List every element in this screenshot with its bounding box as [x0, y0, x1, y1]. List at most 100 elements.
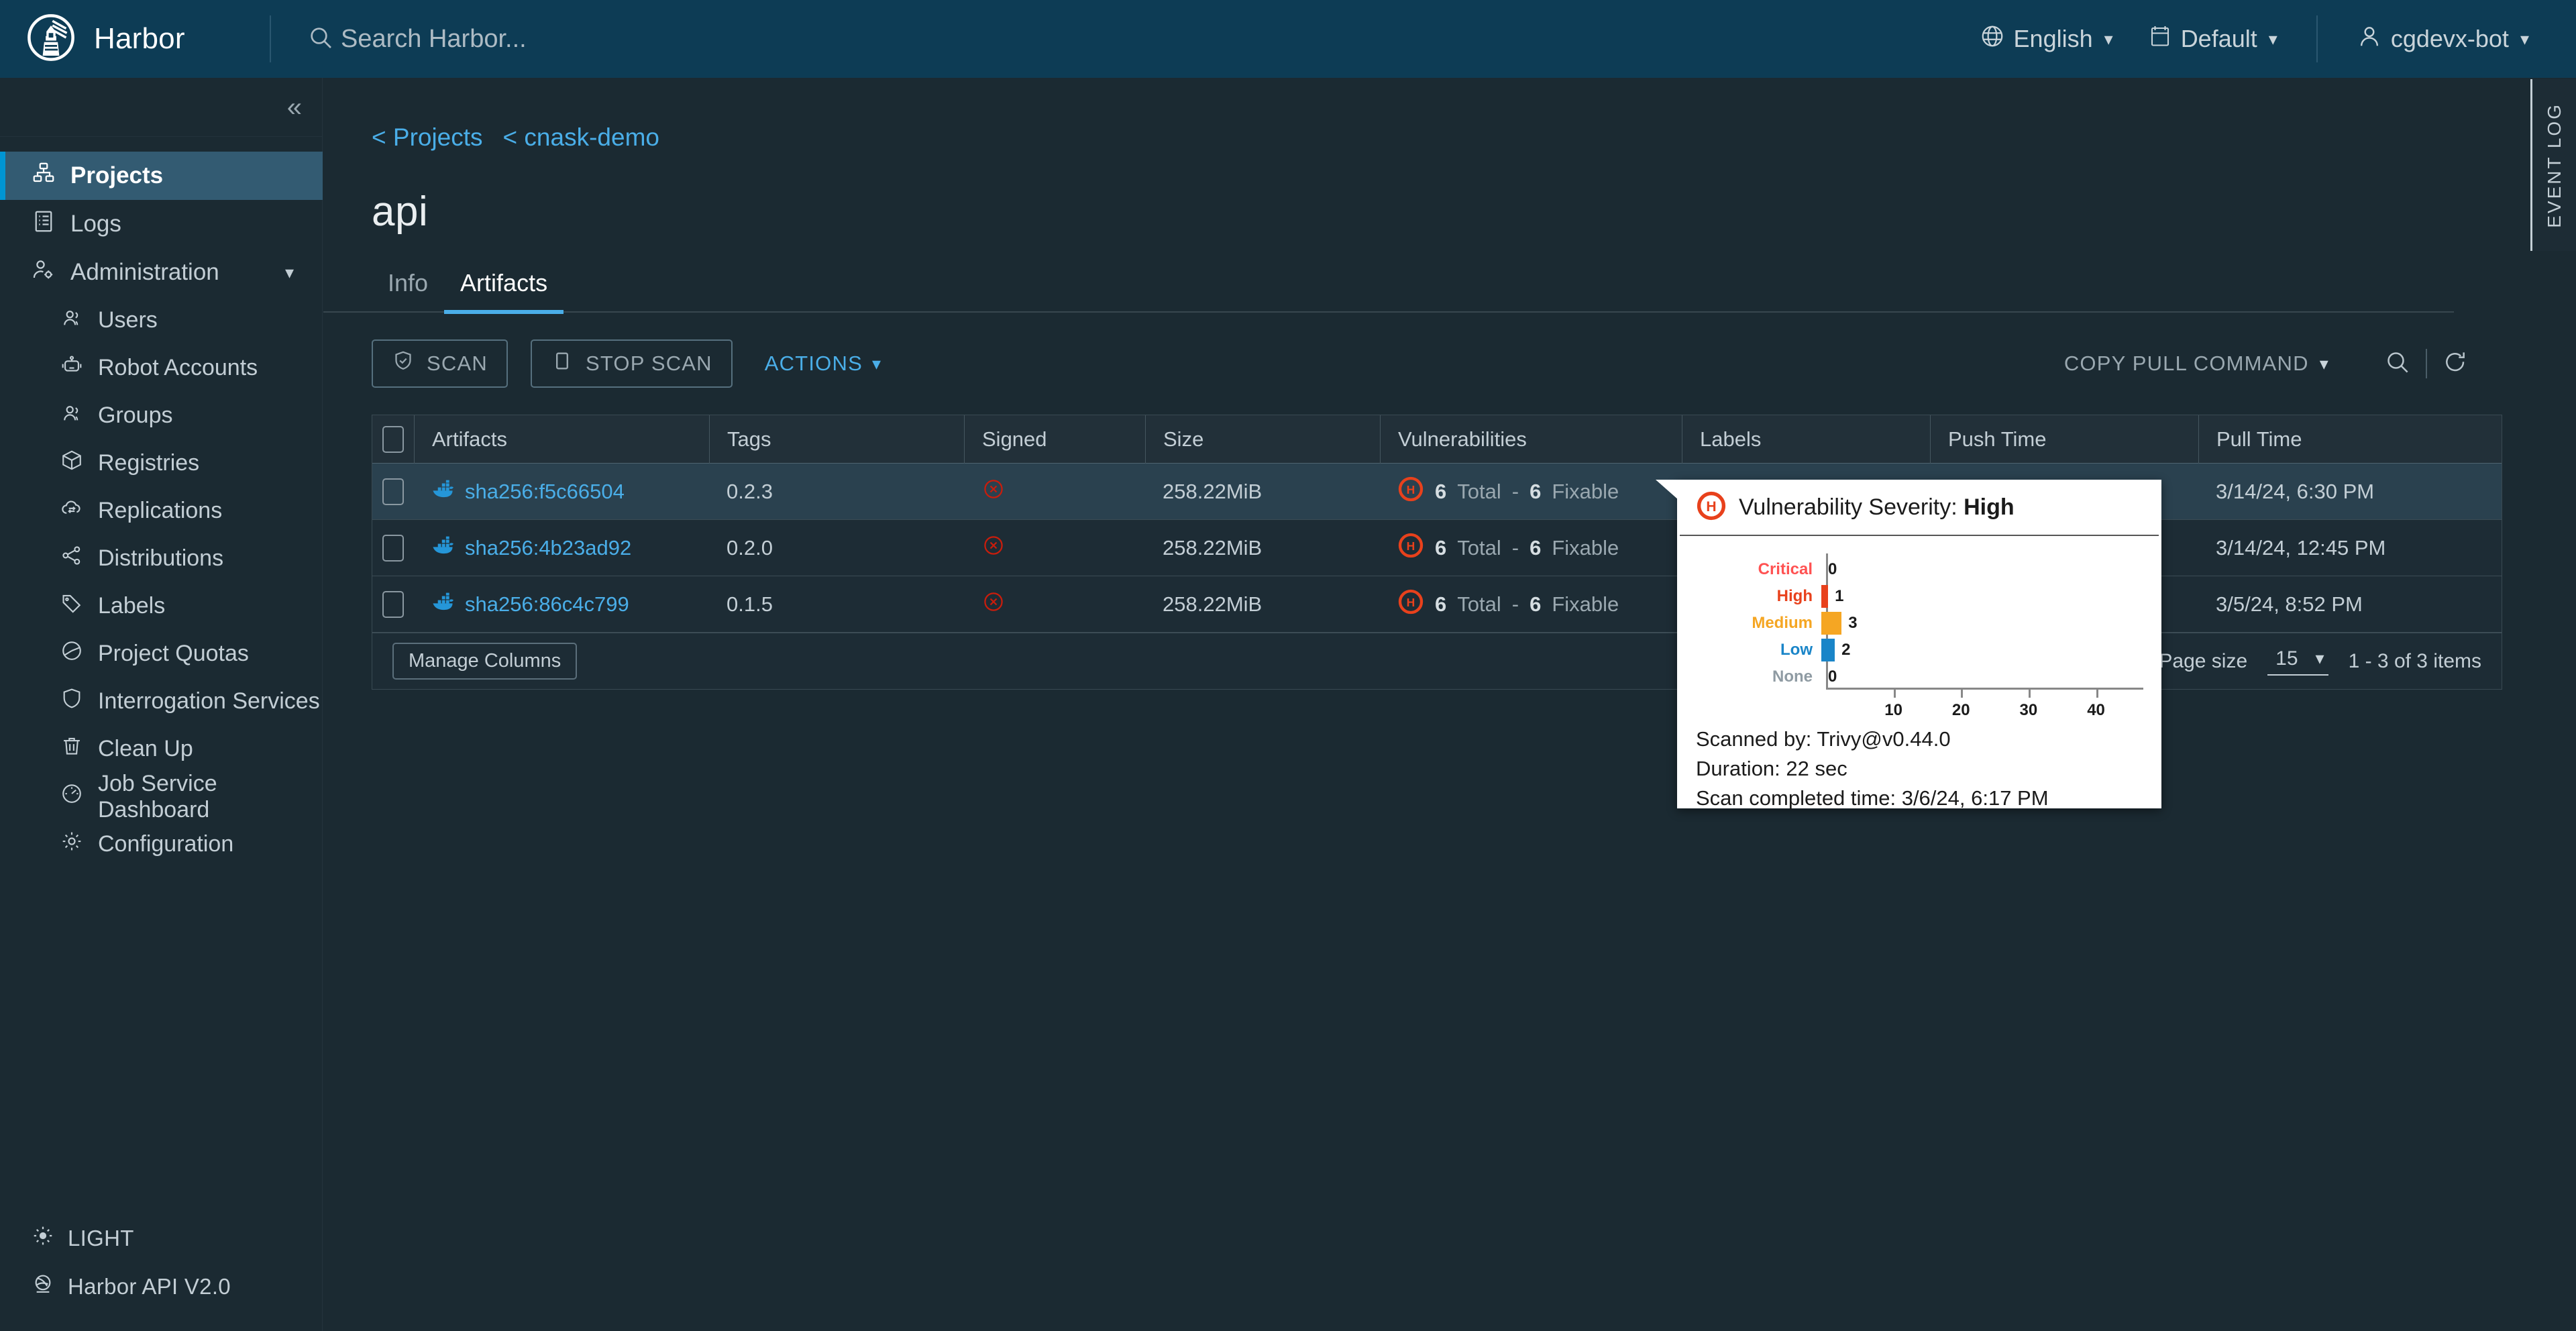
- tab-artifacts[interactable]: Artifacts: [444, 262, 564, 314]
- scan-completed-time: Scan completed time: 3/6/24, 6:17 PM: [1696, 786, 2049, 810]
- column-header-tags[interactable]: Tags: [709, 415, 964, 464]
- sidebar-subitem-label: Users: [98, 307, 158, 333]
- sidebar-item-registries[interactable]: Registries: [0, 439, 322, 487]
- column-header-size[interactable]: Size: [1145, 415, 1380, 464]
- harbor-api-link[interactable]: Harbor API V2.0: [0, 1263, 323, 1311]
- sidebar-footer: LIGHT Harbor API V2.0: [0, 1214, 323, 1331]
- tooltip-title-value: High: [1964, 494, 2015, 520]
- cell-tag: 0.1.5: [727, 592, 773, 616]
- breadcrumb-projects[interactable]: < Projects: [372, 123, 483, 152]
- chart-bar-row: Low 2: [1677, 637, 2147, 663]
- vuln-total-label: Total: [1457, 535, 1501, 560]
- chart-bar: [1821, 612, 1842, 635]
- global-search[interactable]: Search Harbor...: [307, 24, 527, 54]
- sidebar-subitem-label: Labels: [98, 593, 166, 619]
- registries-icon: [60, 449, 83, 478]
- row-checkbox[interactable]: [382, 534, 404, 562]
- page-size-select[interactable]: 15 ▾: [2267, 647, 2328, 676]
- sidebar-item-robot-accounts[interactable]: Robot Accounts: [0, 344, 322, 392]
- users-icon: [60, 306, 83, 335]
- chevron-down-icon[interactable]: ▾: [285, 262, 294, 283]
- refresh-icon: [2442, 349, 2469, 379]
- event-log-tab[interactable]: EVENT LOG: [2530, 79, 2576, 251]
- header-divider: [270, 15, 271, 62]
- user-menu[interactable]: cgdevx-bot ▾: [2339, 23, 2546, 55]
- sidebar-item-job-service-dashboard[interactable]: Job Service Dashboard: [0, 771, 322, 822]
- column-header-artifacts[interactable]: Artifacts: [414, 415, 709, 464]
- scanned-by: Scanned by: Trivy@v0.44.0: [1696, 727, 1951, 751]
- sidebar-item-groups[interactable]: Groups: [0, 392, 322, 439]
- actions-dropdown[interactable]: ACTIONS ▾: [765, 352, 881, 376]
- distributions-icon: [60, 544, 83, 573]
- cell-artifact: sha256:4b23ad92: [414, 520, 709, 576]
- sidebar-item-users[interactable]: Users: [0, 297, 322, 344]
- theme-selector[interactable]: Default ▾: [2131, 24, 2295, 54]
- items-range: 1 - 3 of 3 items: [2348, 649, 2481, 672]
- dashboard-icon: [60, 782, 83, 811]
- vuln-total-label: Total: [1457, 592, 1501, 616]
- language-selector[interactable]: English ▾: [1962, 23, 2131, 55]
- cell-size: 258.22MiB: [1163, 535, 1263, 560]
- refresh-button[interactable]: [2427, 349, 2483, 379]
- actions-label: ACTIONS: [764, 352, 863, 375]
- vuln-total-count: 6: [1435, 592, 1447, 616]
- manage-columns-button[interactable]: Manage Columns: [392, 643, 578, 680]
- sidebar-item-administration[interactable]: Administration ▾: [0, 248, 322, 297]
- sidebar-item-distributions[interactable]: Distributions: [0, 535, 322, 582]
- scan-button[interactable]: SCAN: [372, 339, 508, 388]
- artifact-link[interactable]: sha256:4b23ad92: [465, 536, 631, 560]
- table-row[interactable]: sha256:4b23ad92 0.2.0 258.22MiB H 6 Tota…: [372, 520, 2502, 576]
- column-header-pull-time[interactable]: Pull Time: [2198, 415, 2480, 464]
- brand[interactable]: Harbor: [0, 13, 268, 65]
- cell-vulnerabilities[interactable]: H 6 Total - 6 Fixable: [1380, 464, 1682, 520]
- row-checkbox[interactable]: [382, 590, 404, 618]
- sidebar-item-labels[interactable]: Labels: [0, 582, 322, 630]
- cell-signed: [964, 520, 1145, 576]
- table-row[interactable]: sha256:f5c66504 0.2.3 258.22MiB H 6 Tota…: [372, 464, 2502, 520]
- cell-signed: [964, 576, 1145, 633]
- row-checkbox[interactable]: [382, 478, 404, 505]
- shield-check-icon: [392, 350, 415, 378]
- tab-info[interactable]: Info: [372, 262, 444, 314]
- tooltip-meta: Scanned by: Trivy@v0.44.0 Duration: 22 s…: [1677, 714, 2161, 813]
- artifact-link[interactable]: sha256:f5c66504: [465, 480, 625, 504]
- sidebar-subitem-label: Registries: [98, 450, 200, 476]
- calendar-icon: [2148, 24, 2172, 54]
- severity-high-icon: H: [1397, 588, 1424, 621]
- chart-bar-value: 2: [1841, 641, 1851, 659]
- sidebar-item-interrogation-services[interactable]: Interrogation Services: [0, 678, 322, 725]
- api-icon: [32, 1273, 54, 1301]
- chart-x-tick: [1961, 690, 1964, 698]
- replications-icon: [60, 496, 83, 525]
- chart-bar-label: Critical: [1758, 560, 1813, 578]
- cell-artifact: sha256:86c4c799: [414, 576, 709, 633]
- sidebar-item-replications[interactable]: Replications: [0, 487, 322, 535]
- column-header-push-time[interactable]: Push Time: [1930, 415, 2198, 464]
- column-header-vulnerabilities[interactable]: Vulnerabilities: [1380, 415, 1682, 464]
- cell-pull-time: 3/5/24, 8:52 PM: [2216, 592, 2363, 616]
- sidebar-footer-label: LIGHT: [68, 1226, 134, 1250]
- table-row[interactable]: sha256:86c4c799 0.1.5 258.22MiB H 6 Tota…: [372, 576, 2502, 633]
- sidebar-item-clean-up[interactable]: Clean Up: [0, 725, 322, 773]
- breadcrumb-cnask-demo[interactable]: < cnask-demo: [503, 123, 659, 152]
- sidebar-item-project-quotas[interactable]: Project Quotas: [0, 630, 322, 678]
- copy-pull-command-dropdown[interactable]: COPY PULL COMMAND ▾: [2064, 352, 2329, 376]
- trash-icon: [60, 735, 83, 763]
- theme-label: Default: [2180, 25, 2257, 52]
- select-all-checkbox[interactable]: [382, 425, 404, 453]
- search-icon: [307, 24, 334, 54]
- sidebar-item-configuration[interactable]: Configuration: [0, 820, 322, 868]
- sidebar-item-logs[interactable]: Logs: [0, 200, 322, 248]
- column-header-signed[interactable]: Signed: [964, 415, 1145, 464]
- artifact-link[interactable]: sha256:86c4c799: [465, 592, 629, 617]
- chevron-down-icon: ▾: [2104, 28, 2113, 49]
- theme-toggle-light[interactable]: LIGHT: [0, 1214, 323, 1263]
- sidebar-item-projects[interactable]: Projects: [0, 152, 323, 200]
- stop-scan-button[interactable]: STOP SCAN: [530, 339, 733, 388]
- select-all-header: [372, 415, 414, 464]
- column-header-labels[interactable]: Labels: [1682, 415, 1930, 464]
- cell-vulnerabilities[interactable]: H 6 Total - 6 Fixable: [1380, 576, 1682, 633]
- collapse-sidebar-icon[interactable]: «: [287, 94, 302, 121]
- cell-vulnerabilities[interactable]: H 6 Total - 6 Fixable: [1380, 520, 1682, 576]
- table-search-button[interactable]: [2369, 349, 2426, 379]
